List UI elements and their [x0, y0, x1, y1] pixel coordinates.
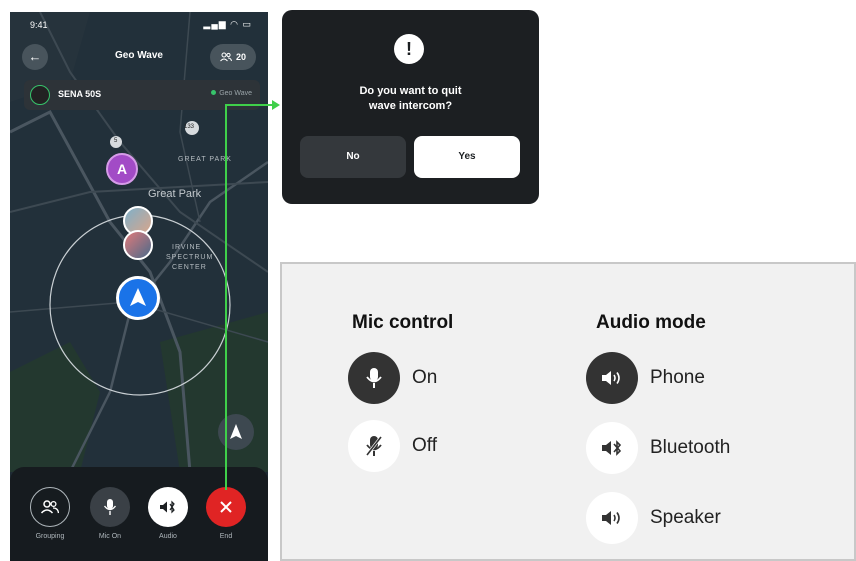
controls-legend-panel: Mic control On Off Audio mode Phone Blue… — [280, 262, 856, 561]
audio-bluetooth-text: Bluetooth — [650, 437, 731, 458]
audio-bluetooth-option[interactable]: Bluetooth — [586, 422, 730, 474]
dialog-message: Do you want to quit wave intercom? — [302, 84, 519, 114]
audio-mode-title: Audio mode — [596, 312, 706, 333]
mic-off-text: Off — [412, 435, 437, 456]
phone-mode-circle — [586, 352, 638, 404]
audio-speaker-option[interactable]: Speaker — [586, 492, 721, 544]
audio-phone-option[interactable]: Phone — [586, 352, 705, 404]
audio-speaker-text: Speaker — [650, 507, 721, 528]
mic-on-text: On — [412, 367, 438, 388]
mic-off-circle — [348, 420, 400, 472]
microphone-icon — [366, 368, 382, 388]
speaker-icon — [602, 371, 620, 385]
dialog-message-line2: wave intercom? — [368, 100, 453, 112]
quit-dialog: ! Do you want to quit wave intercom? No … — [282, 10, 539, 204]
mic-on-option[interactable]: On — [348, 352, 437, 404]
exclamation-icon: ! — [394, 34, 424, 64]
dialog-message-line1: Do you want to quit — [359, 85, 462, 97]
bluetooth-speaker-icon — [602, 440, 622, 456]
yes-button[interactable]: Yes — [414, 136, 520, 178]
mic-off-option[interactable]: Off — [348, 420, 437, 472]
no-button[interactable]: No — [300, 136, 406, 178]
mic-on-circle — [348, 352, 400, 404]
microphone-muted-icon — [365, 436, 383, 456]
speaker-mode-circle — [586, 492, 638, 544]
bluetooth-mode-circle — [586, 422, 638, 474]
mic-control-title: Mic control — [352, 312, 454, 333]
audio-phone-text: Phone — [650, 367, 705, 388]
speaker-icon — [602, 511, 620, 525]
